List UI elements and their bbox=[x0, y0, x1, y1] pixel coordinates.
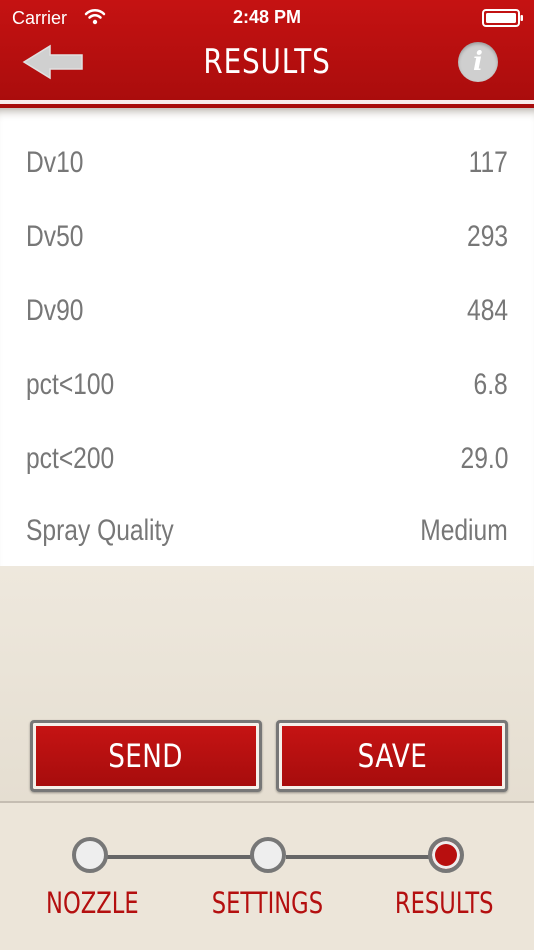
result-value: 6.8 bbox=[473, 368, 508, 401]
result-value: 117 bbox=[468, 146, 508, 179]
result-row: Dv90 484 bbox=[26, 286, 508, 336]
result-label: pct<200 bbox=[26, 442, 115, 475]
battery-icon bbox=[482, 9, 523, 27]
result-value: 484 bbox=[466, 294, 508, 327]
step-nozzle-label[interactable]: NOZZLE bbox=[17, 886, 167, 920]
result-row: pct<100 6.8 bbox=[26, 360, 508, 410]
step-results-label[interactable]: RESULTS bbox=[369, 886, 519, 920]
result-row: Spray Quality Medium bbox=[26, 506, 508, 556]
result-row: pct<200 29.0 bbox=[26, 434, 508, 484]
result-row: Dv50 293 bbox=[26, 212, 508, 262]
result-value: Medium bbox=[420, 514, 508, 547]
step-results-dot[interactable] bbox=[428, 837, 464, 873]
step-settings-label[interactable]: SETTINGS bbox=[192, 886, 342, 920]
step-settings-text: SETTINGS bbox=[211, 886, 323, 920]
step-nozzle-text: NOZZLE bbox=[45, 886, 139, 920]
info-icon: i bbox=[473, 47, 483, 77]
result-row: Dv10 117 bbox=[26, 138, 508, 188]
page-title: RESULTS bbox=[203, 42, 331, 82]
info-button[interactable]: i bbox=[458, 42, 498, 82]
result-label: pct<100 bbox=[26, 368, 115, 401]
save-button-label: SAVE bbox=[357, 737, 427, 775]
step-results-text: RESULTS bbox=[394, 886, 494, 920]
result-value: 29.0 bbox=[460, 442, 508, 475]
step-settings-dot[interactable] bbox=[250, 837, 286, 873]
status-time: 2:48 PM bbox=[232, 7, 302, 27]
send-button[interactable]: SEND bbox=[30, 720, 262, 792]
step-nozzle-dot[interactable] bbox=[72, 837, 108, 873]
header-bar: Carrier 2:48 PM RESULTS i bbox=[0, 0, 534, 108]
result-label: Spray Quality bbox=[26, 514, 174, 547]
results-screen: Carrier 2:48 PM RESULTS i Dv10 117 Dv50 … bbox=[0, 0, 534, 950]
result-value: 293 bbox=[466, 220, 508, 253]
result-label: Dv90 bbox=[26, 294, 84, 327]
status-bar: Carrier 2:48 PM bbox=[0, 0, 534, 36]
result-label: Dv10 bbox=[26, 146, 84, 179]
send-button-label: SEND bbox=[108, 737, 184, 775]
step-navigation bbox=[0, 801, 534, 950]
step-connector bbox=[286, 855, 430, 859]
results-panel: Dv10 117 Dv50 293 Dv90 484 pct<100 6.8 p… bbox=[0, 108, 534, 566]
save-button[interactable]: SAVE bbox=[276, 720, 508, 792]
step-connector bbox=[106, 855, 252, 859]
result-label: Dv50 bbox=[26, 220, 84, 253]
